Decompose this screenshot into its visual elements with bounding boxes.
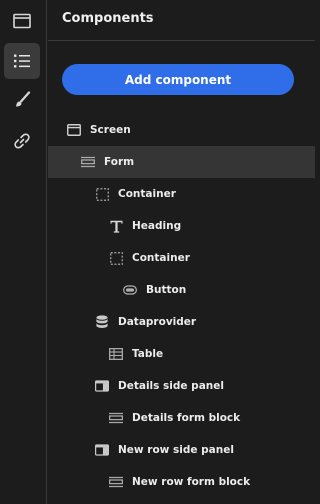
tree-item-details-form-block[interactable]: Details form block <box>48 402 315 434</box>
rail-screen-button[interactable] <box>4 3 40 39</box>
tree-item-dataprovider[interactable]: Dataprovider <box>48 306 315 338</box>
tree-item-label: Container <box>118 188 176 200</box>
panel-divider <box>48 40 315 41</box>
tree-item-container[interactable]: Container <box>48 242 315 274</box>
tree-item-table[interactable]: Table <box>48 338 315 370</box>
add-component-button[interactable]: Add component <box>62 64 294 95</box>
panel-title: Components <box>62 11 154 26</box>
tree-item-label: Details side panel <box>118 380 224 392</box>
button-icon <box>123 283 137 297</box>
tree-item-label: Form <box>104 156 135 168</box>
tree-item-label: Screen <box>90 124 131 136</box>
heading-icon <box>109 219 123 233</box>
components-panel: Components Add component Screen Form Con… <box>48 0 315 504</box>
container-icon <box>109 251 123 265</box>
screen-icon <box>67 123 81 137</box>
database-icon <box>95 315 109 329</box>
link-icon <box>14 133 30 149</box>
tree-item-details-side-panel[interactable]: Details side panel <box>48 370 315 402</box>
rail-link-button[interactable] <box>4 123 40 159</box>
tree-item-form[interactable]: Form <box>48 146 315 178</box>
screen-icon <box>13 13 31 29</box>
table-icon <box>109 347 123 361</box>
tree-item-label: Table <box>132 348 164 360</box>
rail-components-button[interactable] <box>4 43 40 79</box>
tree-item-label: Container <box>132 252 190 264</box>
tree-item-label: Heading <box>132 220 182 232</box>
tree-item-label: Button <box>146 284 187 296</box>
container-icon <box>95 187 109 201</box>
rail-style-button[interactable] <box>4 82 40 118</box>
tree-item-new-row-form-block[interactable]: New row form block <box>48 466 315 498</box>
component-tree-icon <box>14 54 30 68</box>
form-icon <box>81 155 95 169</box>
paintbrush-icon <box>16 91 31 107</box>
form-icon <box>109 475 123 489</box>
tree-item-label: New row side panel <box>118 444 234 456</box>
tree-item-label: New row form block <box>132 476 251 488</box>
side-panel-icon <box>95 443 109 457</box>
icon-rail <box>0 0 47 504</box>
side-panel-icon <box>95 379 109 393</box>
tree-item-new-row-side-panel[interactable]: New row side panel <box>48 434 315 466</box>
tree-item-container[interactable]: Container <box>48 178 315 210</box>
tree-item-label: Details form block <box>132 412 241 424</box>
tree-item-screen[interactable]: Screen <box>48 114 315 146</box>
tree-item-button[interactable]: Button <box>48 274 315 306</box>
tree-item-label: Dataprovider <box>118 316 197 328</box>
tree-item-heading[interactable]: Heading <box>48 210 315 242</box>
form-icon <box>109 411 123 425</box>
